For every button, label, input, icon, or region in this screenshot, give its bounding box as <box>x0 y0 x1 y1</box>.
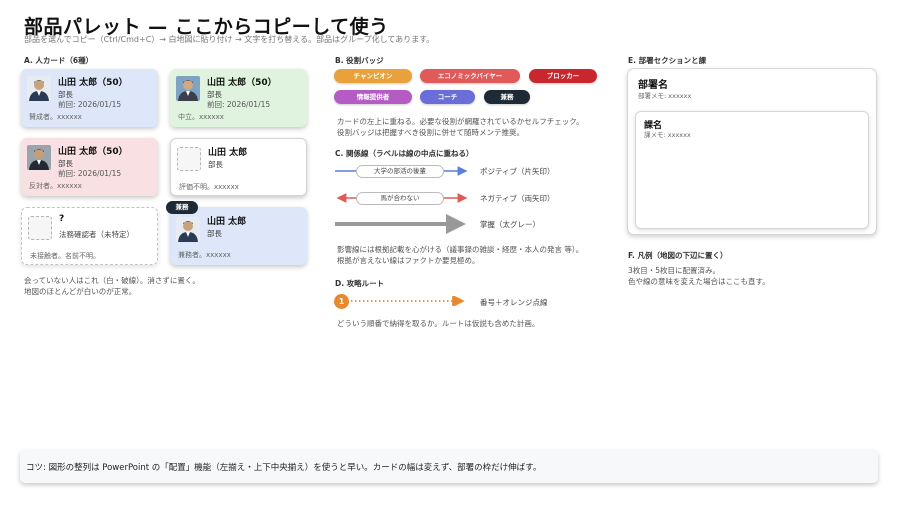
negative-line-desc: ネガティブ（両矢印） <box>480 194 555 203</box>
tip-box: コツ: 図形の整列は PowerPoint の「配置」機能（左揃え・上下中央揃え… <box>20 450 878 483</box>
avatar <box>176 217 200 242</box>
person-note: 反対者。xxxxxx <box>29 182 82 190</box>
person-note: 兼務者。xxxxxx <box>178 251 231 259</box>
positive-line-label: 大学の部活の後輩 <box>356 165 444 178</box>
section-f-note-2: 色や線の意味を変えた場合はここも直す。 <box>628 277 770 286</box>
badge-informant[interactable]: 情報提供者 <box>334 90 412 104</box>
person-name: 山田 太郎 <box>208 148 248 158</box>
department-name: 部署名 <box>638 80 668 91</box>
person-name: 山田 太郎（50） <box>207 78 277 88</box>
person-note: 未接触者。名前不明。 <box>30 252 100 260</box>
section-c-label: C. 関係線（ラベルは線の中点に重ねる） <box>335 149 474 158</box>
tip-text: コツ: 図形の整列は PowerPoint の「配置」機能（左揃え・上下中央揃え… <box>26 463 542 473</box>
section-d-note: どういう順番で納得を取るか。ルートは仮説も含めた計画。 <box>337 319 540 328</box>
section-a-label: A. 人カード（6種） <box>24 56 94 65</box>
person-note: 評価不明。xxxxxx <box>179 183 239 191</box>
person-card-unknown-evaluation[interactable]: 山田 太郎 部長 評価不明。xxxxxx <box>170 138 307 196</box>
section-a-note-2: 地図のほとんどが白いのが正常。 <box>24 287 137 296</box>
avatar <box>27 76 51 101</box>
department-memo: 部署メモ: xxxxxx <box>638 92 692 100</box>
section-b-label: B. 役割バッジ <box>335 56 384 65</box>
section-a-note-1: 会っていない人はこれ（白・破線）。消さずに置く。 <box>24 276 200 285</box>
section-f-label: F. 凡例（地図の下辺に置く） <box>628 251 728 260</box>
section-e-label: E. 部署セクションと課 <box>628 56 707 65</box>
person-note: 中立。xxxxxx <box>178 113 224 121</box>
badge-blocker[interactable]: ブロッカー <box>529 69 597 83</box>
control-line-desc: 掌握（太グレー） <box>480 220 540 229</box>
section-f-note-1: 3枚目・5枚目に配置済み。 <box>628 266 721 275</box>
section-c-note-2: 根拠が言えない線はファクトか要見極め。 <box>337 256 480 265</box>
concurrent-role-badge: 兼務 <box>166 201 198 214</box>
page-subtitle: 部品を選んでコピー（Ctrl/Cmd+C）→ 白地図に貼り付け → 文字を打ち替… <box>24 35 435 44</box>
avatar <box>176 76 200 101</box>
route-dotted-line <box>351 296 465 306</box>
person-last-contact: 前回: 2026/01/15 <box>58 169 122 178</box>
section-b-note-1: カードの左上に重ねる。必要な役割が網羅されているかセルフチェック。 <box>337 117 584 126</box>
avatar <box>27 145 51 170</box>
person-name: 山田 太郎 <box>207 217 247 227</box>
person-note: 賛成者。xxxxxx <box>29 113 82 121</box>
positive-line-desc: ポジティブ（片矢印） <box>480 167 555 176</box>
person-last-contact: 前回: 2026/01/15 <box>58 100 122 109</box>
route-desc: 番号＋オレンジ点線 <box>480 298 548 307</box>
person-card-neutral[interactable]: 山田 太郎（50） 部長 前回: 2026/01/15 中立。xxxxxx <box>170 69 307 127</box>
photo-placeholder <box>28 216 52 240</box>
photo-placeholder <box>177 147 201 171</box>
person-card-supporter[interactable]: 山田 太郎（50） 部長 前回: 2026/01/15 賛成者。xxxxxx <box>21 69 158 127</box>
badge-economic-buyer[interactable]: エコノミックバイヤー <box>420 69 520 83</box>
person-title: 部長 <box>208 160 223 169</box>
negative-line-label: 馬が合わない <box>356 192 444 205</box>
person-card-concurrent[interactable]: 山田 太郎 部長 兼務者。xxxxxx <box>170 207 307 265</box>
person-title: 部長 <box>207 229 222 238</box>
section-d-label: D. 攻略ルート <box>335 279 385 288</box>
section-box[interactable]: 課名 課メモ: xxxxxx <box>635 111 869 229</box>
route-number-marker: 1 <box>334 294 349 309</box>
section-c-note-1: 影響線には根拠記載を心がける（議事録の雑談・経歴・本人の発言 等）。 <box>337 245 584 254</box>
section-memo: 課メモ: xxxxxx <box>644 131 691 139</box>
person-last-contact: 前回: 2026/01/15 <box>207 100 271 109</box>
person-name: ? <box>59 214 65 224</box>
badge-coach[interactable]: コーチ <box>420 90 475 104</box>
person-title: 法務確認者（未特定） <box>59 230 134 239</box>
person-card-uncontacted[interactable]: ? 法務確認者（未特定） 未接触者。名前不明。 <box>21 207 158 265</box>
section-b-note-2: 役割バッジは把握すべき役割に併せて随時メンテ推奨。 <box>337 128 524 137</box>
department-section[interactable]: 部署名 部署メモ: xxxxxx 課名 課メモ: xxxxxx <box>627 68 877 235</box>
badge-concurrent[interactable]: 兼務 <box>484 90 530 104</box>
person-name: 山田 太郎（50） <box>58 78 128 88</box>
person-card-opponent[interactable]: 山田 太郎（50） 部長 前回: 2026/01/15 反対者。xxxxxx <box>21 138 158 196</box>
badge-champion[interactable]: チャンピオン <box>334 69 412 83</box>
person-name: 山田 太郎（50） <box>58 147 128 157</box>
